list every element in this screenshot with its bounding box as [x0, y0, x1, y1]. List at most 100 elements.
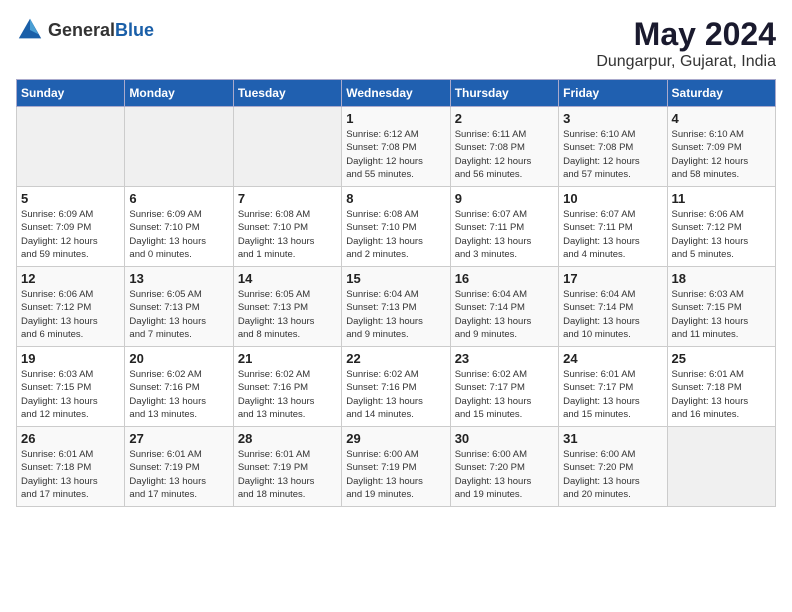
day-info: Sunrise: 6:06 AM Sunset: 7:12 PM Dayligh…: [672, 208, 771, 261]
day-number: 21: [238, 351, 337, 366]
weekday-header-friday: Friday: [559, 80, 667, 107]
subtitle: Dungarpur, Gujarat, India: [596, 53, 776, 71]
day-info: Sunrise: 6:01 AM Sunset: 7:17 PM Dayligh…: [563, 368, 662, 421]
day-number: 2: [455, 111, 554, 126]
calendar-cell: 1Sunrise: 6:12 AM Sunset: 7:08 PM Daylig…: [342, 107, 450, 187]
weekday-header-thursday: Thursday: [450, 80, 558, 107]
calendar-cell: 20Sunrise: 6:02 AM Sunset: 7:16 PM Dayli…: [125, 347, 233, 427]
calendar-cell: 16 Sunrise: 6:04 AM Sunset: 7:14 PM Dayli…: [450, 267, 558, 347]
day-number: 23: [455, 351, 554, 366]
day-number: 7: [238, 191, 337, 206]
day-info: Sunrise: 6:04 AM Sunset: 7:14 PM Dayligh…: [455, 288, 554, 341]
calendar-cell: 14Sunrise: 6:05 AM Sunset: 7:13 PM Dayli…: [233, 267, 341, 347]
day-info: Sunrise: 6:04 AM Sunset: 7:14 PM Dayligh…: [563, 288, 662, 341]
day-info: Sunrise: 6:10 AM Sunset: 7:09 PM Dayligh…: [672, 128, 771, 181]
week-row-4: 19 Sunrise: 6:03 AM Sunset: 7:15 PM Dayli…: [17, 347, 776, 427]
day-info: Sunrise: 6:10 AM Sunset: 7:08 PM Dayligh…: [563, 128, 662, 181]
day-number: 17: [563, 271, 662, 286]
day-number: 29: [346, 431, 445, 446]
day-number: 24: [563, 351, 662, 366]
day-number: 18: [672, 271, 771, 286]
day-number: 4: [672, 111, 771, 126]
day-number: 31: [563, 431, 662, 446]
day-number: 19: [21, 351, 120, 366]
week-row-3: 12 Sunrise: 6:06 AM Sunset: 7:12 PM Dayli…: [17, 267, 776, 347]
weekday-header-saturday: Saturday: [667, 80, 775, 107]
day-number: 9: [455, 191, 554, 206]
day-info: Sunrise: 6:00 AM Sunset: 7:19 PM Dayligh…: [346, 448, 445, 501]
calendar-cell: 18 Sunrise: 6:03 AM Sunset: 7:15 PM Dayli…: [667, 267, 775, 347]
calendar-cell: 24 Sunrise: 6:01 AM Sunset: 7:17 PM Dayli…: [559, 347, 667, 427]
calendar-cell: 31 Sunrise: 6:00 AM Sunset: 7:20 PM Dayli…: [559, 427, 667, 507]
calendar-cell: 12 Sunrise: 6:06 AM Sunset: 7:12 PM Dayli…: [17, 267, 125, 347]
weekday-header-wednesday: Wednesday: [342, 80, 450, 107]
day-number: 22: [346, 351, 445, 366]
day-number: 1: [346, 111, 445, 126]
weekday-header-monday: Monday: [125, 80, 233, 107]
calendar-cell: 27 Sunrise: 6:01 AM Sunset: 7:19 PM Dayli…: [125, 427, 233, 507]
main-title: May 2024: [596, 16, 776, 53]
weekday-header-sunday: Sunday: [17, 80, 125, 107]
week-row-1: 1Sunrise: 6:12 AM Sunset: 7:08 PM Daylig…: [17, 107, 776, 187]
day-info: Sunrise: 6:00 AM Sunset: 7:20 PM Dayligh…: [563, 448, 662, 501]
calendar-cell: 3 Sunrise: 6:10 AM Sunset: 7:08 PM Daylig…: [559, 107, 667, 187]
day-info: Sunrise: 6:03 AM Sunset: 7:15 PM Dayligh…: [21, 368, 120, 421]
day-info: Sunrise: 6:01 AM Sunset: 7:19 PM Dayligh…: [129, 448, 228, 501]
day-info: Sunrise: 6:01 AM Sunset: 7:18 PM Dayligh…: [672, 368, 771, 421]
calendar-cell: 5Sunrise: 6:09 AM Sunset: 7:09 PM Daylig…: [17, 187, 125, 267]
day-number: 26: [21, 431, 120, 446]
day-number: 15: [346, 271, 445, 286]
weekday-header-tuesday: Tuesday: [233, 80, 341, 107]
calendar-cell: 2 Sunrise: 6:11 AM Sunset: 7:08 PM Daylig…: [450, 107, 558, 187]
day-number: 16: [455, 271, 554, 286]
logo-blue-text: Blue: [115, 20, 154, 40]
day-info: Sunrise: 6:05 AM Sunset: 7:13 PM Dayligh…: [129, 288, 228, 341]
logo: GeneralBlue: [16, 16, 154, 44]
weekday-header-row: SundayMondayTuesdayWednesdayThursdayFrid…: [17, 80, 776, 107]
calendar-cell: 9 Sunrise: 6:07 AM Sunset: 7:11 PM Daylig…: [450, 187, 558, 267]
title-area: May 2024 Dungarpur, Gujarat, India: [596, 16, 776, 71]
calendar-cell: 23Sunrise: 6:02 AM Sunset: 7:17 PM Dayli…: [450, 347, 558, 427]
day-info: Sunrise: 6:02 AM Sunset: 7:16 PM Dayligh…: [238, 368, 337, 421]
calendar-cell: 28Sunrise: 6:01 AM Sunset: 7:19 PM Dayli…: [233, 427, 341, 507]
calendar-cell: [233, 107, 341, 187]
day-number: 11: [672, 191, 771, 206]
day-info: Sunrise: 6:01 AM Sunset: 7:19 PM Dayligh…: [238, 448, 337, 501]
day-info: Sunrise: 6:06 AM Sunset: 7:12 PM Dayligh…: [21, 288, 120, 341]
day-info: Sunrise: 6:08 AM Sunset: 7:10 PM Dayligh…: [238, 208, 337, 261]
day-number: 30: [455, 431, 554, 446]
calendar-cell: [125, 107, 233, 187]
day-number: 25: [672, 351, 771, 366]
calendar-cell: 30 Sunrise: 6:00 AM Sunset: 7:20 PM Dayli…: [450, 427, 558, 507]
calendar-cell: 6Sunrise: 6:09 AM Sunset: 7:10 PM Daylig…: [125, 187, 233, 267]
calendar-cell: 10Sunrise: 6:07 AM Sunset: 7:11 PM Dayli…: [559, 187, 667, 267]
calendar-cell: 17 Sunrise: 6:04 AM Sunset: 7:14 PM Dayli…: [559, 267, 667, 347]
day-number: 6: [129, 191, 228, 206]
logo-icon: [16, 16, 44, 44]
calendar-cell: 21 Sunrise: 6:02 AM Sunset: 7:16 PM Dayli…: [233, 347, 341, 427]
day-number: 3: [563, 111, 662, 126]
calendar-cell: 15 Sunrise: 6:04 AM Sunset: 7:13 PM Dayli…: [342, 267, 450, 347]
calendar-cell: 13Sunrise: 6:05 AM Sunset: 7:13 PM Dayli…: [125, 267, 233, 347]
day-info: Sunrise: 6:04 AM Sunset: 7:13 PM Dayligh…: [346, 288, 445, 341]
calendar-cell: 11 Sunrise: 6:06 AM Sunset: 7:12 PM Dayli…: [667, 187, 775, 267]
logo-general-text: General: [48, 20, 115, 40]
calendar-cell: 4 Sunrise: 6:10 AM Sunset: 7:09 PM Daylig…: [667, 107, 775, 187]
day-number: 12: [21, 271, 120, 286]
calendar-cell: [667, 427, 775, 507]
day-number: 14: [238, 271, 337, 286]
day-info: Sunrise: 6:02 AM Sunset: 7:16 PM Dayligh…: [346, 368, 445, 421]
calendar-cell: 19 Sunrise: 6:03 AM Sunset: 7:15 PM Dayli…: [17, 347, 125, 427]
header: GeneralBlue May 2024 Dungarpur, Gujarat,…: [16, 16, 776, 71]
day-info: Sunrise: 6:11 AM Sunset: 7:08 PM Dayligh…: [455, 128, 554, 181]
day-number: 20: [129, 351, 228, 366]
calendar-cell: 7 Sunrise: 6:08 AM Sunset: 7:10 PM Daylig…: [233, 187, 341, 267]
day-number: 27: [129, 431, 228, 446]
calendar-cell: 25 Sunrise: 6:01 AM Sunset: 7:18 PM Dayli…: [667, 347, 775, 427]
day-info: Sunrise: 6:03 AM Sunset: 7:15 PM Dayligh…: [672, 288, 771, 341]
calendar-cell: 26Sunrise: 6:01 AM Sunset: 7:18 PM Dayli…: [17, 427, 125, 507]
calendar-cell: 22 Sunrise: 6:02 AM Sunset: 7:16 PM Dayli…: [342, 347, 450, 427]
day-info: Sunrise: 6:07 AM Sunset: 7:11 PM Dayligh…: [455, 208, 554, 261]
day-number: 8: [346, 191, 445, 206]
day-info: Sunrise: 6:00 AM Sunset: 7:20 PM Dayligh…: [455, 448, 554, 501]
